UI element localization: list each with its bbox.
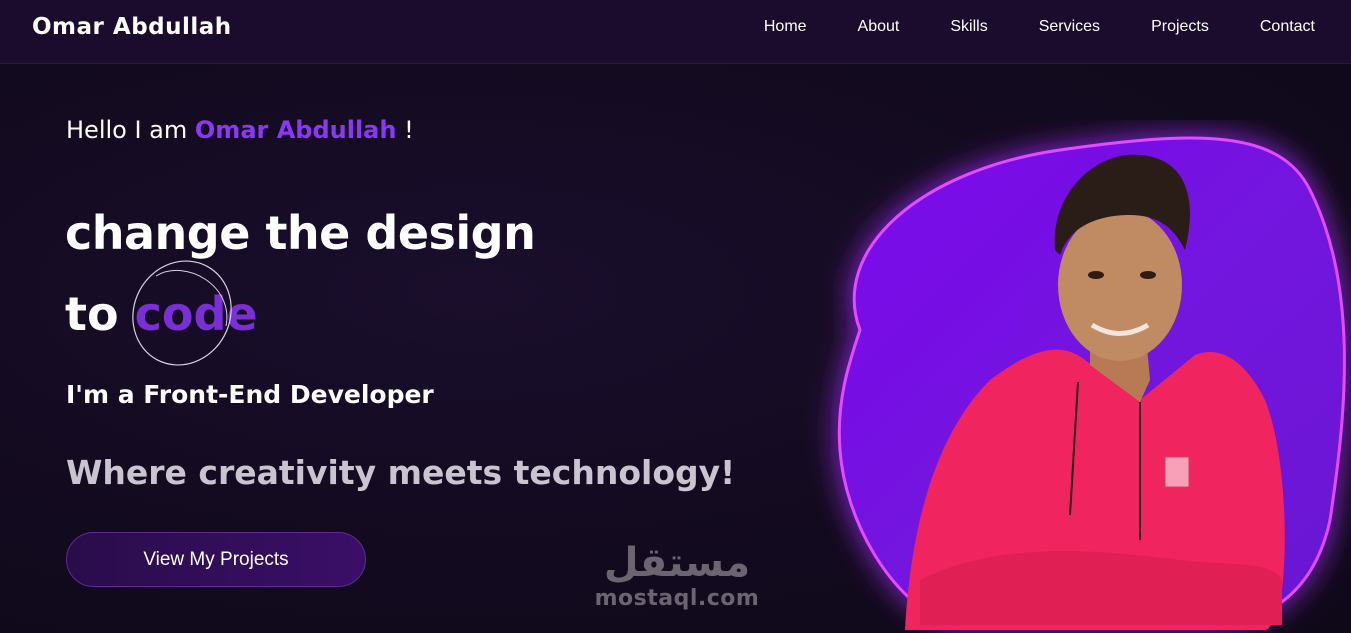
nav-links: Home About Skills Services Projects Cont… [713,18,1315,36]
greeting-name: Omar Abdullah [194,116,397,144]
hero-greeting: Hello I am Omar Abdullah ! [66,116,414,144]
headline-line-2: to code [65,287,258,341]
nav-link-projects[interactable]: Projects [1151,18,1209,36]
brand-logo[interactable]: Omar Abdullah [32,14,232,40]
mostaql-watermark: مستقل mostaql.com [592,540,762,611]
nav-link-home[interactable]: Home [764,18,807,36]
greeting-suffix: ! [404,116,414,144]
headline-prefix: to [65,287,119,341]
hero-image-area [800,120,1351,633]
greeting-prefix: Hello I am [66,116,188,144]
headline-line-1: change the design [65,206,536,260]
watermark-latin: mostaql.com [594,586,760,611]
nav-link-skills[interactable]: Skills [950,18,987,36]
top-navbar: Omar Abdullah Home About Skills Services… [0,0,1351,64]
tagline: Where creativity meets technology! [66,453,736,492]
nav-link-contact[interactable]: Contact [1260,18,1315,36]
headline-highlight: code [134,287,258,341]
profile-photo [837,136,1346,630]
view-projects-button[interactable]: View My Projects [66,532,366,587]
nav-link-services[interactable]: Services [1039,18,1100,36]
role-title: I'm a Front-End Developer [66,380,434,409]
nav-link-about[interactable]: About [858,18,900,36]
watermark-arabic: مستقل [603,540,751,586]
